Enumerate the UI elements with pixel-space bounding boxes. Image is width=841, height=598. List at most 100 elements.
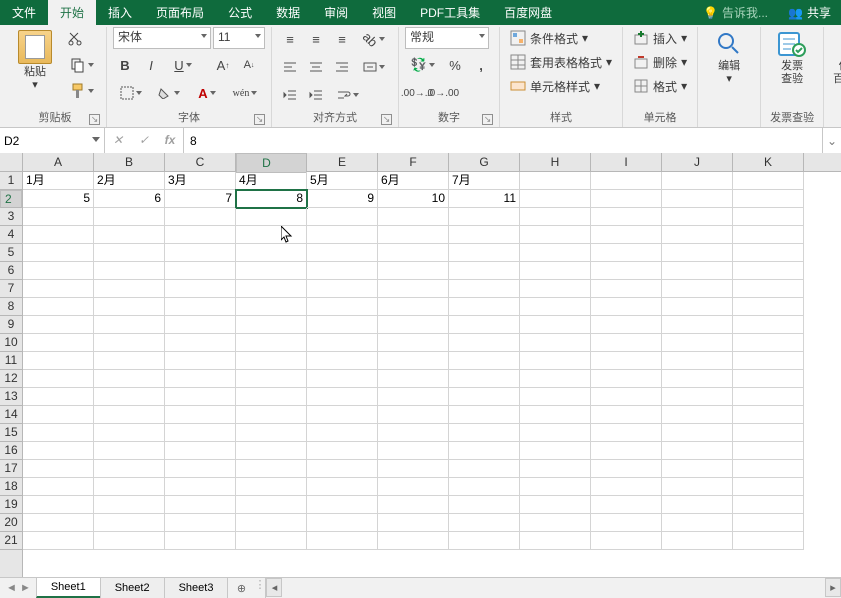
cell[interactable] (307, 478, 378, 496)
row-header[interactable]: 5 (0, 244, 22, 262)
cell[interactable] (94, 460, 165, 478)
cell[interactable] (733, 352, 804, 370)
number-launcher[interactable]: ↘ (482, 114, 493, 125)
add-sheet-button[interactable]: ⊕ (228, 578, 254, 598)
cell[interactable] (662, 172, 733, 190)
cell[interactable] (307, 208, 378, 226)
cell[interactable] (449, 532, 520, 550)
cell[interactable] (449, 370, 520, 388)
cell[interactable] (378, 496, 449, 514)
cell[interactable] (94, 316, 165, 334)
alignment-launcher[interactable]: ↘ (381, 114, 392, 125)
cell[interactable] (236, 226, 307, 244)
cell[interactable] (23, 460, 94, 478)
cell[interactable] (236, 280, 307, 298)
cell[interactable] (23, 226, 94, 244)
column-header[interactable]: K (733, 153, 804, 171)
cell[interactable] (23, 532, 94, 550)
accounting-format-button[interactable]: 💱 (405, 53, 441, 77)
cell[interactable] (307, 352, 378, 370)
cell[interactable] (378, 352, 449, 370)
cell[interactable] (165, 208, 236, 226)
clipboard-launcher[interactable]: ↘ (89, 114, 100, 125)
percent-button[interactable]: % (443, 53, 467, 77)
cell[interactable] (94, 298, 165, 316)
cell[interactable] (733, 478, 804, 496)
tab-formulas[interactable]: 公式 (216, 0, 264, 25)
font-size-select[interactable]: 11 (213, 27, 265, 49)
scroll-right-button[interactable]: ▸ (825, 578, 841, 597)
cell[interactable] (165, 460, 236, 478)
wrap-text-button[interactable] (330, 83, 366, 107)
cell[interactable] (520, 190, 591, 208)
row-header[interactable]: 16 (0, 442, 22, 460)
cell[interactable] (733, 496, 804, 514)
cell[interactable] (23, 280, 94, 298)
column-header[interactable]: D (236, 153, 307, 173)
cell[interactable] (378, 514, 449, 532)
column-header[interactable]: F (378, 153, 449, 171)
cell[interactable] (307, 388, 378, 406)
row-header[interactable]: 10 (0, 334, 22, 352)
align-top-button[interactable]: ≡ (278, 27, 302, 51)
expand-formula-bar[interactable]: ⌄ (822, 128, 841, 153)
cell[interactable] (307, 298, 378, 316)
cell[interactable] (662, 496, 733, 514)
cell[interactable] (733, 190, 804, 208)
cell[interactable] (520, 388, 591, 406)
column-header[interactable]: C (165, 153, 236, 171)
cell[interactable] (236, 478, 307, 496)
cell[interactable] (733, 208, 804, 226)
cell[interactable] (591, 478, 662, 496)
select-all-cell[interactable] (0, 153, 23, 172)
column-header[interactable]: J (662, 153, 733, 171)
sheet-nav[interactable]: ◄ ► (0, 578, 37, 598)
cell[interactable] (591, 226, 662, 244)
cell[interactable] (94, 532, 165, 550)
cell[interactable] (520, 352, 591, 370)
row-header[interactable]: 21 (0, 532, 22, 550)
tab-baidu-netdisk[interactable]: 百度网盘 (492, 0, 564, 25)
cell[interactable] (378, 442, 449, 460)
tab-file[interactable]: 文件 (0, 0, 48, 25)
cell[interactable] (378, 424, 449, 442)
cell[interactable] (662, 190, 733, 208)
cell[interactable] (378, 478, 449, 496)
align-center-button[interactable] (304, 55, 328, 79)
row-header[interactable]: 12 (0, 370, 22, 388)
cell[interactable] (307, 442, 378, 460)
cell[interactable] (662, 262, 733, 280)
cell[interactable]: 2月 (94, 172, 165, 190)
cell[interactable] (94, 424, 165, 442)
column-header[interactable]: G (449, 153, 520, 171)
cell[interactable] (449, 514, 520, 532)
cell[interactable] (307, 226, 378, 244)
cell[interactable] (236, 370, 307, 388)
conditional-format-button[interactable]: 条件格式 ▾ (506, 27, 604, 49)
cell[interactable] (662, 424, 733, 442)
cell[interactable] (307, 460, 378, 478)
italic-button[interactable]: I (139, 53, 163, 77)
cell[interactable]: 7月 (449, 172, 520, 190)
row-header[interactable]: 8 (0, 298, 22, 316)
cell[interactable] (23, 298, 94, 316)
cell[interactable] (165, 316, 236, 334)
cell[interactable] (662, 406, 733, 424)
cell[interactable] (591, 262, 662, 280)
cell[interactable] (449, 226, 520, 244)
cell[interactable] (165, 280, 236, 298)
cell[interactable] (662, 532, 733, 550)
cell[interactable] (449, 460, 520, 478)
cell[interactable] (662, 298, 733, 316)
cancel-formula-button[interactable]: ✕ (105, 128, 131, 153)
cell[interactable] (236, 262, 307, 280)
cell[interactable] (591, 514, 662, 532)
cell[interactable] (378, 244, 449, 262)
cell[interactable] (23, 262, 94, 280)
cell[interactable] (520, 496, 591, 514)
decrease-font-button[interactable]: A↓ (237, 53, 261, 77)
cell[interactable] (23, 442, 94, 460)
cell[interactable] (236, 514, 307, 532)
tab-data[interactable]: 数据 (264, 0, 312, 25)
increase-indent-button[interactable] (304, 83, 328, 107)
